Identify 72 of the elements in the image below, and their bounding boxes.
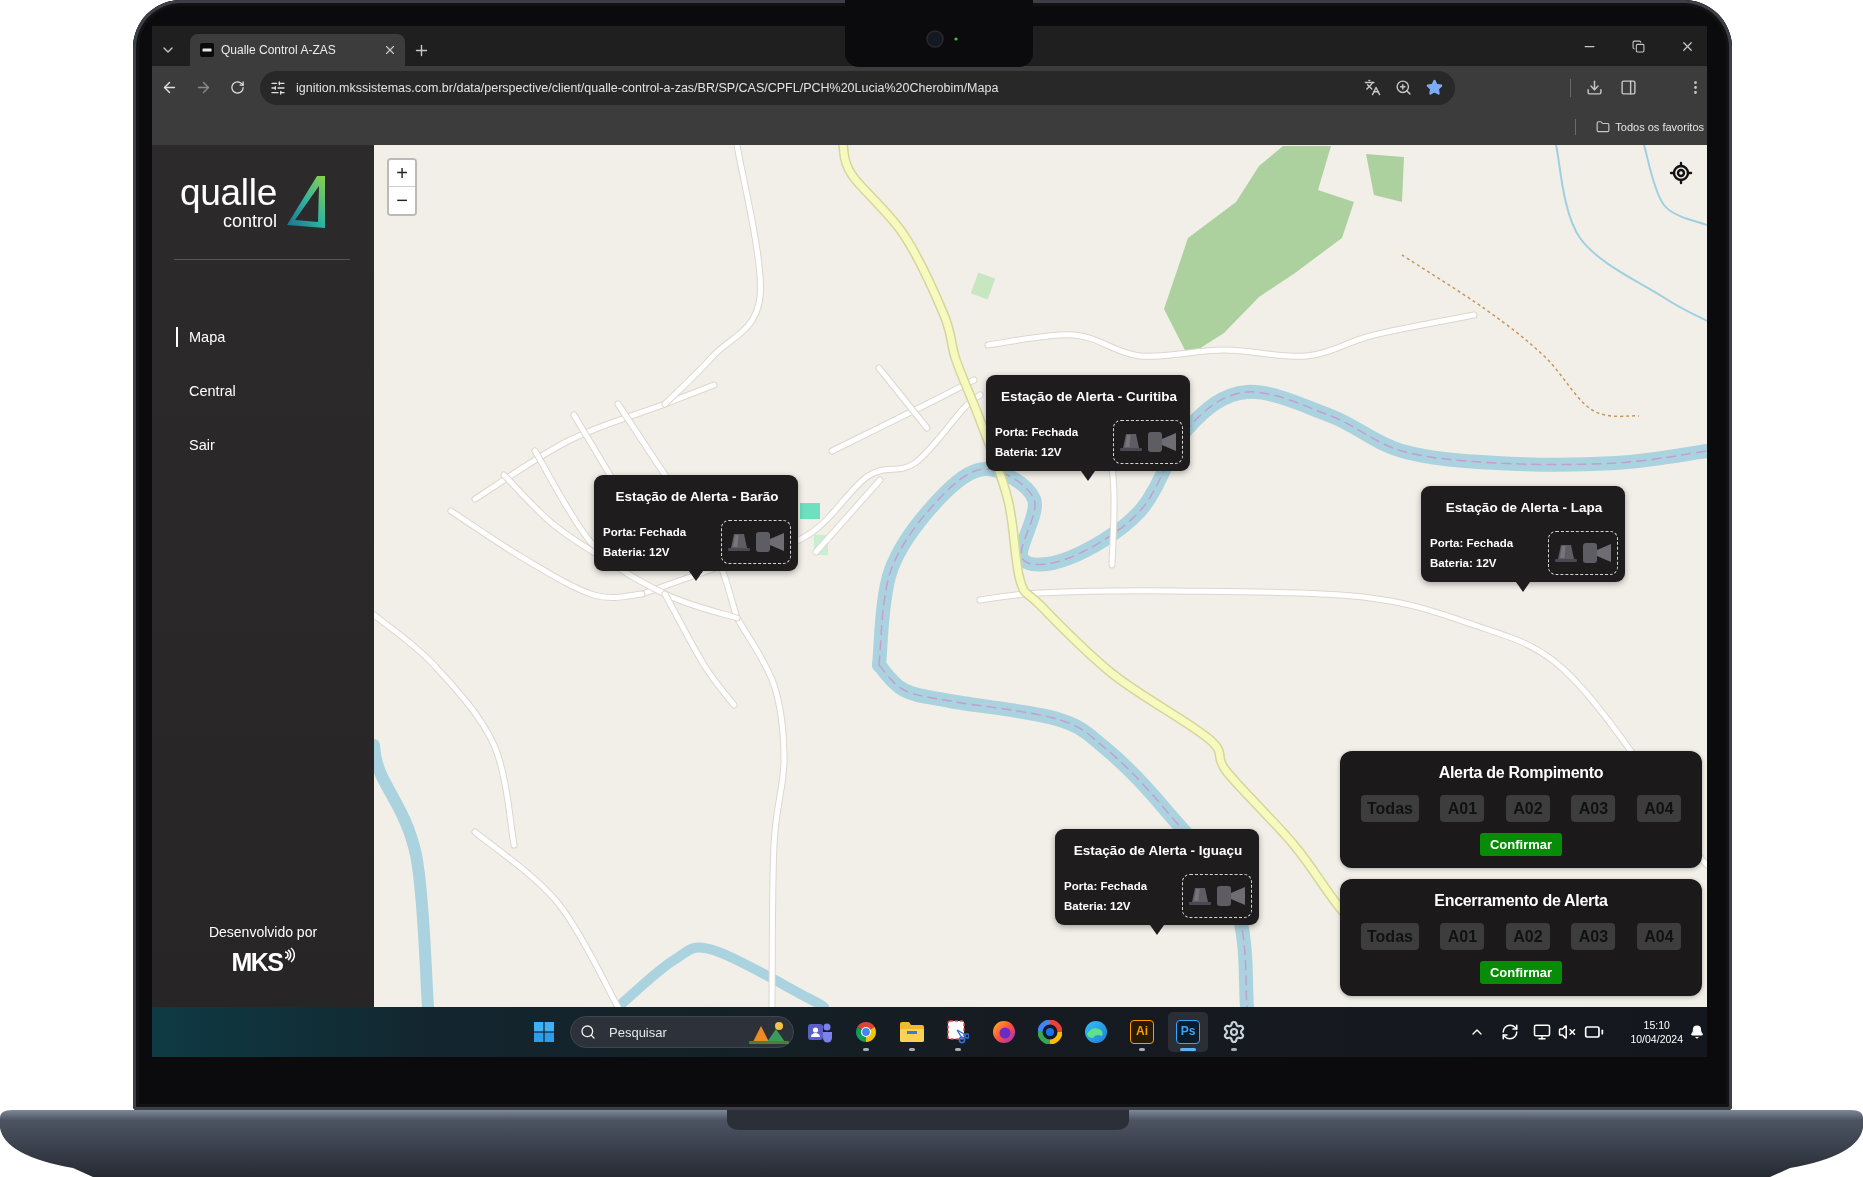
door-status: Porta: Fechada: [995, 425, 1079, 440]
credit-label: Desenvolvido por: [208, 923, 318, 941]
gear-icon: [1222, 1020, 1246, 1044]
panel-title: Encerramento de Alerta: [1434, 891, 1608, 911]
app-logo-text: Ps: [1176, 1020, 1200, 1044]
battery-status: Bateria: 12V: [995, 445, 1063, 460]
popup-title: Estação de Alerta - Iguaçu: [1072, 843, 1244, 859]
side-panel-icon[interactable]: [1619, 79, 1637, 96]
four-squares-icon: [534, 1022, 554, 1042]
panel-title: Alerta de Rompimento: [1438, 763, 1604, 783]
clock-time: 15:10: [1643, 1018, 1670, 1032]
horn-icon: [1217, 886, 1245, 906]
translate-icon[interactable]: [1364, 79, 1381, 96]
popup-title: Estação de Alerta - Lapa: [1444, 500, 1604, 516]
confirm-button[interactable]: Confirmar: [1479, 961, 1563, 984]
clipping-icon: [947, 1020, 969, 1044]
ring-icon: [1038, 1020, 1062, 1044]
horn-icon: [1583, 543, 1611, 563]
nav-item[interactable]: Sair: [176, 435, 215, 455]
notification-bell-icon[interactable]: [1690, 1025, 1704, 1039]
park-area: [800, 503, 820, 519]
flame-circle-icon: [992, 1020, 1016, 1044]
reload-icon[interactable]: [229, 80, 245, 95]
people-tile-icon: [808, 1021, 832, 1043]
sync-icon[interactable]: [1501, 1023, 1520, 1041]
logo-wordmark: qualle: [180, 172, 277, 214]
taskbar-app-button[interactable]: Ps: [1168, 1012, 1208, 1052]
clock-date: 10/04/2024: [1630, 1032, 1683, 1046]
round-browser-icon: [854, 1020, 878, 1044]
camera-icon: [926, 30, 958, 48]
site-settings-icon[interactable]: [270, 79, 286, 96]
door-status: Porta: Fechada: [1064, 879, 1148, 894]
restore-icon[interactable]: [1631, 39, 1645, 53]
star-icon[interactable]: [1426, 79, 1443, 96]
search-icon: [580, 1024, 596, 1040]
muted-speaker-icon[interactable]: [1558, 1023, 1577, 1041]
nav-item[interactable]: Mapa: [176, 327, 226, 347]
zoom-in-button[interactable]: +: [389, 160, 415, 187]
battery-status: Bateria: 12V: [1430, 556, 1498, 571]
brand-wordmark: MKS: [231, 947, 283, 977]
beacon-icon: [1189, 887, 1211, 905]
folder-icon: [1596, 120, 1611, 134]
confirm-button[interactable]: Confirmar: [1479, 833, 1563, 856]
door-status: Porta: Fechada: [1430, 536, 1514, 551]
favicon-icon: [200, 43, 214, 57]
beacon-icon: [1555, 544, 1577, 562]
horn-icon: [756, 532, 784, 552]
battery-status: Bateria: 12V: [603, 545, 671, 560]
popup-title: Estação de Alerta - Barão: [614, 489, 780, 505]
beacon-icon: [728, 533, 750, 551]
wave-circle-icon: [1084, 1020, 1108, 1044]
crosshair-icon[interactable]: [1669, 161, 1693, 185]
camping-scene-icon: [749, 1020, 789, 1044]
folder-icon: [900, 1022, 924, 1042]
app-logo-text: Ai: [1130, 1020, 1154, 1044]
search-field[interactable]: Pesquisar: [570, 1016, 794, 1048]
taskbar-app-button[interactable]: Ai: [1122, 1012, 1162, 1052]
nav-item[interactable]: Central: [176, 381, 236, 401]
popup-title: Estação de Alerta - Curitiba: [1000, 389, 1178, 405]
horn-icon: [1148, 432, 1176, 452]
signal-waves-icon: [282, 947, 295, 963]
battery-status: Bateria: 12V: [1064, 899, 1132, 914]
beacon-icon: [1120, 433, 1142, 451]
monitor-icon[interactable]: [1533, 1023, 1552, 1041]
all-bookmarks-button[interactable]: Todos os favoritos: [1596, 120, 1704, 134]
download-icon[interactable]: [1585, 79, 1603, 96]
close-icon[interactable]: [383, 43, 397, 57]
zoom-icon[interactable]: [1395, 79, 1412, 96]
door-status: Porta: Fechada: [603, 525, 687, 540]
logo-tagline: control: [222, 211, 277, 232]
browser-tab[interactable]: Qualle Control A-ZAS: [190, 34, 405, 66]
address-field[interactable]: ignition.mkssistemas.com.br/data/perspective/client/qualle-control-a-zas/BR/SP/CAS/CPFL/PCH%20Lucia%20Cherobim/Mapa: [260, 70, 1455, 105]
